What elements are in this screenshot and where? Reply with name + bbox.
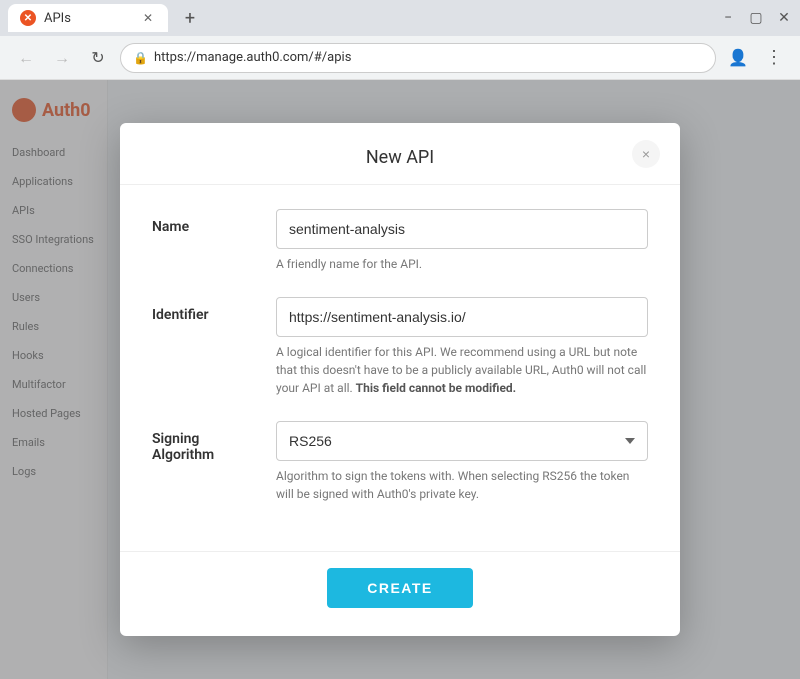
identifier-input[interactable]: [276, 297, 648, 337]
menu-icon[interactable]: ⋮: [760, 44, 788, 72]
url-text: https://manage.auth0.com/#/apis: [154, 50, 703, 65]
browser-toolbar: ← → ↻ 🔒 https://manage.auth0.com/#/apis …: [0, 36, 800, 80]
profile-icon[interactable]: 👤: [724, 44, 752, 72]
forward-button[interactable]: →: [48, 44, 76, 72]
minimize-button[interactable]: −: [720, 10, 736, 26]
close-window-button[interactable]: ✕: [776, 10, 792, 26]
address-bar[interactable]: 🔒 https://manage.auth0.com/#/apis: [120, 43, 716, 73]
modal-header: New API ×: [120, 123, 680, 185]
name-help-text: A friendly name for the API.: [276, 255, 648, 273]
name-label-col: Name: [152, 209, 252, 273]
window-controls: − ▢ ✕: [720, 10, 792, 26]
tab-close-button[interactable]: ✕: [140, 10, 156, 26]
name-input[interactable]: [276, 209, 648, 249]
identifier-content-col: A logical identifier for this API. We re…: [276, 297, 648, 397]
tab-title: APIs: [44, 11, 71, 26]
identifier-label: Identifier: [152, 307, 209, 323]
modal-overlay: New API × Name A friendly name for the A…: [0, 80, 800, 679]
new-tab-button[interactable]: +: [176, 4, 204, 32]
lock-icon: 🔒: [133, 51, 148, 65]
signing-algorithm-label: SigningAlgorithm: [152, 431, 214, 463]
identifier-label-col: Identifier: [152, 297, 252, 397]
tab-favicon: [20, 10, 36, 26]
modal-close-button[interactable]: ×: [632, 140, 660, 168]
name-label: Name: [152, 219, 189, 235]
name-form-group: Name A friendly name for the API.: [152, 209, 648, 273]
signing-algorithm-help-text: Algorithm to sign the tokens with. When …: [276, 467, 648, 503]
signing-algorithm-select[interactable]: RS256 HS256: [276, 421, 648, 461]
back-button[interactable]: ←: [12, 44, 40, 72]
signing-algorithm-content-col: RS256 HS256 Algorithm to sign the tokens…: [276, 421, 648, 503]
identifier-help-text: A logical identifier for this API. We re…: [276, 343, 648, 397]
signing-algorithm-label-col: SigningAlgorithm: [152, 421, 252, 503]
signing-algorithm-form-group: SigningAlgorithm RS256 HS256 Algorithm t…: [152, 421, 648, 503]
browser-tab[interactable]: APIs ✕: [8, 4, 168, 32]
browser-titlebar: APIs ✕ + − ▢ ✕: [0, 0, 800, 36]
maximize-button[interactable]: ▢: [748, 10, 764, 26]
modal-body: Name A friendly name for the API. Identi…: [120, 185, 680, 551]
modal-title: New API: [366, 147, 434, 168]
new-api-modal: New API × Name A friendly name for the A…: [120, 123, 680, 636]
identifier-form-group: Identifier A logical identifier for this…: [152, 297, 648, 397]
modal-footer: CREATE: [120, 551, 680, 636]
create-button[interactable]: CREATE: [327, 568, 473, 608]
refresh-button[interactable]: ↻: [84, 44, 112, 72]
name-content-col: A friendly name for the API.: [276, 209, 648, 273]
